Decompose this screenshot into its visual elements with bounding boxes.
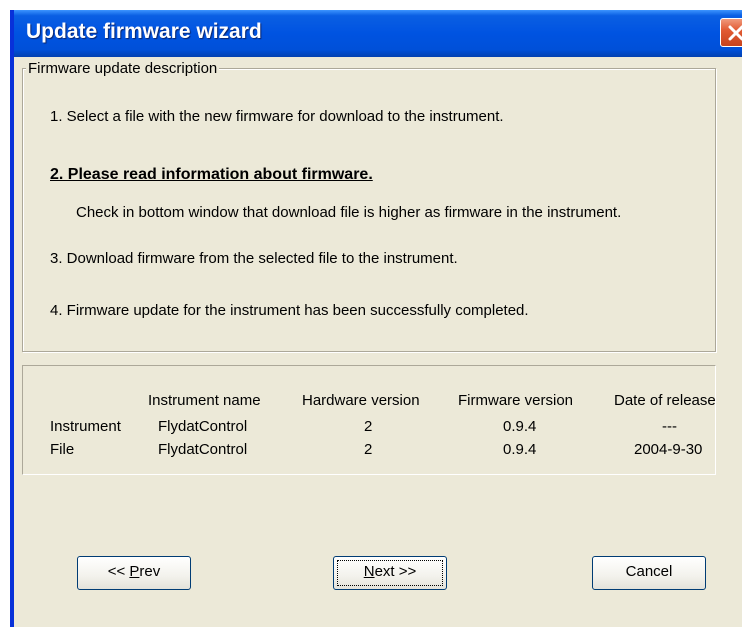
row-file-firmware: 0.9.4: [503, 441, 537, 458]
next-button-rest: ext >>: [374, 563, 417, 580]
step-2-detail: Check in bottom window that download fil…: [76, 204, 622, 221]
prev-button-mnemonic: P: [129, 563, 140, 580]
step-2-active: 2. Please read information about firmwar…: [50, 166, 373, 183]
next-button-mnemonic: N: [363, 563, 375, 580]
header-date-of-release: Date of release: [614, 392, 716, 409]
step-3: 3. Download firmware from the selected f…: [50, 250, 458, 267]
window-title: Update firmware wizard: [26, 20, 262, 43]
row-instrument-name: FlydatControl: [158, 418, 248, 435]
row-file-hardware: 2: [364, 441, 373, 458]
row-instrument-date: ---: [662, 418, 677, 435]
title-bar[interactable]: Update firmware wizard: [14, 10, 742, 57]
step-4: 4. Firmware update for the instrument ha…: [50, 302, 529, 319]
next-button[interactable]: Next >>: [333, 556, 447, 590]
row-instrument-label: Instrument: [50, 418, 121, 435]
row-instrument-hardware: 2: [364, 418, 373, 435]
prev-button-prefix: <<: [107, 563, 130, 580]
step-1: 1. Select a file with the new firmware f…: [50, 108, 504, 125]
cancel-button[interactable]: Cancel: [592, 556, 706, 590]
row-file-date: 2004-9-30: [634, 441, 703, 458]
row-file-name: FlydatControl: [158, 441, 248, 458]
prev-button[interactable]: << Prev: [77, 556, 191, 590]
header-instrument-name: Instrument name: [148, 392, 261, 409]
groupbox-legend: Firmware update description: [26, 60, 220, 77]
prev-button-rest: rev: [139, 563, 161, 580]
header-hardware-version: Hardware version: [302, 392, 420, 409]
row-instrument-firmware: 0.9.4: [503, 418, 537, 435]
close-button[interactable]: [720, 18, 742, 47]
row-file-label: File: [50, 441, 75, 458]
header-firmware-version: Firmware version: [458, 392, 574, 409]
close-icon: [728, 25, 742, 41]
